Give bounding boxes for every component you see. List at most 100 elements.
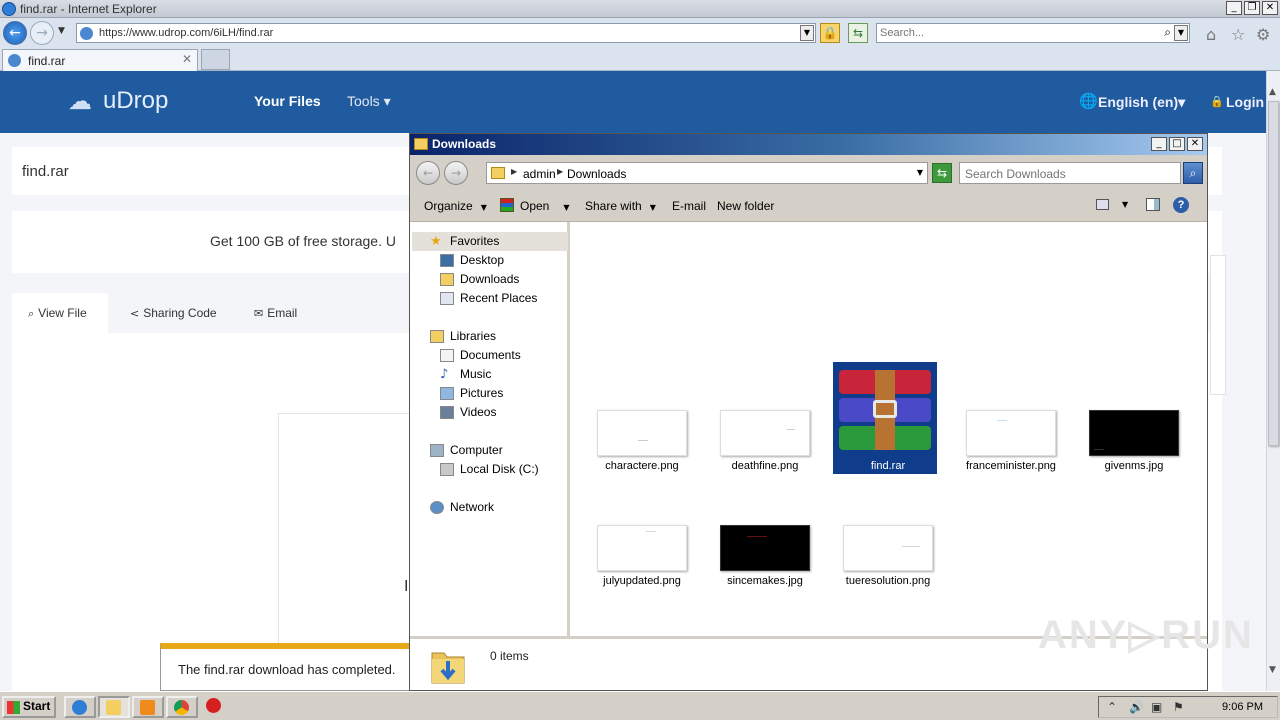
folder-icon	[106, 700, 121, 715]
explorer-forward-button[interactable]: →	[444, 161, 468, 185]
tray-arrow-icon[interactable]: ⌃	[1107, 700, 1117, 714]
libraries-icon	[430, 330, 444, 344]
nav-documents[interactable]: Documents	[440, 346, 521, 365]
explorer-search-box[interactable]	[959, 162, 1181, 184]
history-dropdown-button[interactable]: ▼	[58, 26, 65, 36]
change-view-icon[interactable]	[1096, 199, 1109, 210]
ie-address-row: ← → ▼ https://www.udrop.com/6iLH/find.ra…	[0, 18, 1280, 48]
file-item[interactable]: charactere.png	[587, 362, 691, 474]
file-item[interactable]: tueresolution.png	[833, 477, 937, 589]
explorer-close-button[interactable]: ✕	[1187, 137, 1203, 151]
download-notification: The find.rar download has completed.	[160, 643, 410, 691]
site-logo[interactable]: uDrop	[103, 87, 168, 115]
view-dropdown-icon[interactable]: ▼	[1122, 200, 1128, 209]
action-center-flag-icon[interactable]: ⚑	[1173, 700, 1184, 714]
taskbar-media-player-button[interactable]	[132, 696, 164, 718]
eye-icon: ⌕	[28, 307, 35, 320]
nav-music[interactable]: ♪ Music	[440, 365, 491, 384]
tab-email[interactable]: ✉ Email	[254, 293, 297, 333]
network-tray-icon[interactable]: ▣	[1151, 700, 1162, 714]
ie-search-box[interactable]: ⌕ ▼	[876, 23, 1190, 43]
explorer-search-input[interactable]	[965, 167, 1175, 181]
nav-your-files[interactable]: Your Files	[254, 93, 321, 109]
address-dropdown-button[interactable]: ▼	[917, 168, 923, 177]
explorer-nav-bar: ← → ▶ admin ▶ Downloads ▼ ⇆ ⌕	[410, 155, 1207, 188]
search-dropdown-button[interactable]: ▼	[1174, 25, 1188, 41]
cloud-upload-icon[interactable]: ☁	[68, 87, 92, 115]
address-bar[interactable]: https://www.udrop.com/6iLH/find.rar ▼	[76, 23, 816, 43]
share-with-button[interactable]: Share with ▼	[585, 199, 656, 213]
search-icon[interactable]: ⌕	[1183, 162, 1203, 184]
ie-search-input[interactable]	[880, 26, 1150, 40]
preview-pane-icon[interactable]	[1146, 198, 1160, 211]
breadcrumb-downloads[interactable]: Downloads	[567, 167, 626, 181]
url-text[interactable]: https://www.udrop.com/6iLH/find.rar	[99, 27, 273, 39]
back-button[interactable]: ←	[3, 21, 27, 45]
file-item[interactable]: givenms.jpg	[1079, 362, 1183, 474]
explorer-refresh-button[interactable]: ⇆	[932, 163, 952, 183]
lock-icon[interactable]: 🔒	[820, 23, 840, 43]
taskbar-ie-button[interactable]	[64, 696, 96, 718]
favorites-star-icon[interactable]: ☆	[1231, 25, 1245, 44]
nav-favorites[interactable]: ★ Favorites	[412, 232, 568, 251]
search-icon[interactable]: ⌕	[1164, 25, 1171, 40]
nav-pictures[interactable]: Pictures	[440, 384, 503, 403]
ie-scrollbar[interactable]: ▲ ▼	[1266, 71, 1280, 691]
explorer-minimize-button[interactable]: _	[1151, 137, 1167, 151]
nav-desktop-label: Desktop	[460, 253, 505, 267]
minimize-button[interactable]: _	[1226, 1, 1242, 15]
nav-network[interactable]: Network	[430, 498, 494, 517]
new-folder-button[interactable]: New folder	[717, 199, 774, 213]
nav-tools[interactable]: Tools ▾	[347, 93, 391, 110]
taskbar-explorer-button[interactable]	[98, 696, 130, 718]
explorer-address-bar[interactable]: ▶ admin ▶ Downloads ▼	[486, 162, 928, 184]
login-link[interactable]: Login	[1226, 94, 1264, 110]
nav-local-disk[interactable]: Local Disk (C:)	[440, 460, 539, 479]
scroll-thumb[interactable]	[1268, 101, 1279, 446]
nav-videos-label: Videos	[460, 405, 497, 419]
rar-buckle	[873, 400, 897, 418]
nav-libraries[interactable]: Libraries	[430, 327, 496, 346]
nav-downloads[interactable]: Downloads	[440, 270, 519, 289]
explorer-back-button[interactable]: ←	[416, 161, 440, 185]
file-item[interactable]: deathfine.png	[710, 362, 814, 474]
restore-button[interactable]: ❐	[1244, 1, 1260, 15]
language-selector[interactable]: English (en)▾	[1098, 94, 1185, 111]
breadcrumb-arrow-icon[interactable]: ▶	[511, 167, 517, 176]
address-dropdown-button[interactable]: ▼	[800, 25, 814, 41]
scroll-up-arrow-icon[interactable]: ▲	[1269, 87, 1276, 97]
file-item[interactable]: julyupdated.png	[587, 477, 691, 589]
breadcrumb-arrow-icon[interactable]: ▶	[557, 167, 563, 176]
tab-sharing-code[interactable]: < Sharing Code	[130, 293, 217, 333]
browser-tab[interactable]: find.rar ✕	[2, 49, 198, 71]
clock[interactable]: 9:06 PM	[1222, 701, 1263, 713]
explorer-titlebar[interactable]: Downloads _ □ ✕	[410, 134, 1207, 155]
new-tab-button[interactable]	[201, 49, 230, 70]
nav-computer[interactable]: Computer	[430, 441, 503, 460]
file-item-selected[interactable]: find.rar	[833, 362, 937, 474]
tab-view-file[interactable]: ⌕ View File	[12, 293, 108, 333]
gear-icon[interactable]: ⚙	[1256, 25, 1270, 44]
taskbar-chrome-button[interactable]	[166, 696, 198, 718]
organize-button[interactable]: Organize ▼	[424, 199, 487, 213]
forward-button[interactable]: →	[30, 21, 54, 45]
file-item[interactable]: franceminister.png	[956, 362, 1060, 474]
nav-desktop[interactable]: Desktop	[440, 251, 504, 270]
start-button[interactable]: Start	[2, 696, 56, 718]
nav-recent-places[interactable]: Recent Places	[440, 289, 537, 308]
email-button[interactable]: E-mail	[672, 199, 706, 213]
refresh-button[interactable]: ⇆	[848, 23, 868, 43]
close-button[interactable]: ✕	[1262, 1, 1278, 15]
taskbar-stop-button[interactable]	[200, 696, 232, 718]
open-button[interactable]: Open ▼	[520, 199, 570, 213]
help-icon[interactable]: ?	[1173, 197, 1189, 213]
scroll-down-arrow-icon[interactable]: ▼	[1269, 665, 1276, 675]
home-icon[interactable]: ⌂	[1206, 25, 1216, 44]
chrome-icon	[174, 700, 189, 715]
breadcrumb-admin[interactable]: admin	[523, 167, 556, 181]
close-tab-icon[interactable]: ✕	[182, 52, 192, 66]
explorer-maximize-button[interactable]: □	[1169, 137, 1185, 151]
file-item[interactable]: sincemakes.jpg	[710, 477, 814, 589]
nav-videos[interactable]: Videos	[440, 403, 496, 422]
volume-icon[interactable]: 🔊	[1129, 700, 1144, 714]
